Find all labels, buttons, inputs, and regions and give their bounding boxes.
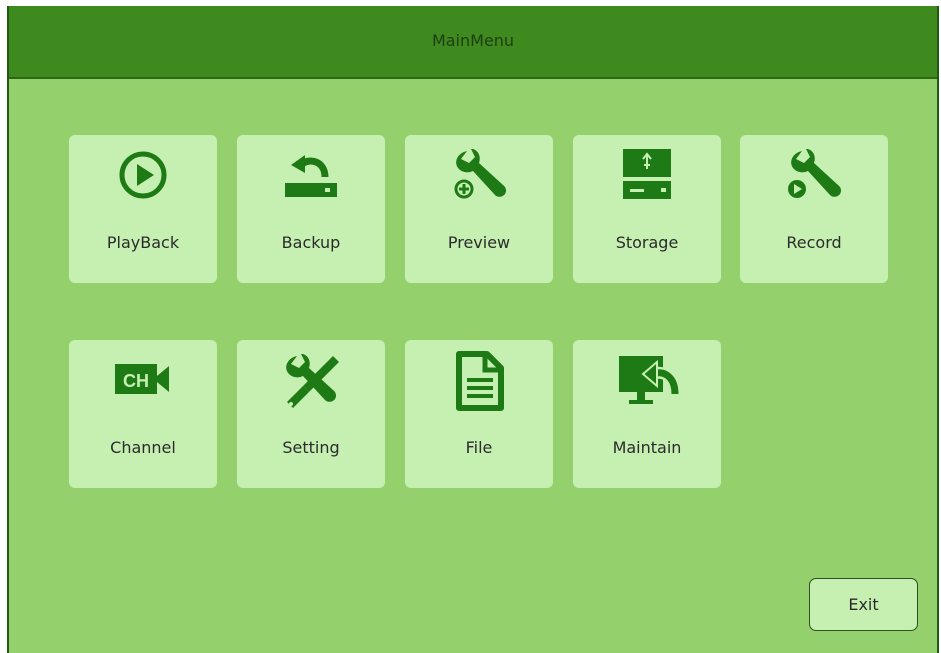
menu-item-label: Channel [110,438,176,457]
wrench-record-icon [740,143,888,211]
monitor-arrow-icon [573,348,721,416]
tools-icon [237,348,385,416]
menu-item-label: Backup [281,233,341,252]
menu-item-label: Setting [282,438,340,457]
storage-drive-icon [573,143,721,211]
window-title: MainMenu [431,31,515,50]
menu-item-label: Record [786,233,842,252]
svg-text:CH: CH [123,371,149,391]
play-circle-icon [69,143,217,211]
backup-icon [237,143,385,211]
menu-item-label: Storage [615,233,679,252]
wrench-preview-icon [405,143,553,211]
main-menu-window: MainMenu PlayBack Backup Preview Storage… [7,6,939,653]
menu-item-channel[interactable]: CH Channel [69,340,217,488]
exit-button[interactable]: Exit [809,578,918,631]
menu-item-maintain[interactable]: Maintain [573,340,721,488]
menu-item-playback[interactable]: PlayBack [69,135,217,283]
title-bar: MainMenu [9,6,937,79]
menu-item-label: Maintain [612,438,682,457]
menu-item-label: Preview [447,233,511,252]
menu-item-preview[interactable]: Preview [405,135,553,283]
menu-item-setting[interactable]: Setting [237,340,385,488]
menu-item-file[interactable]: File [405,340,553,488]
menu-item-backup[interactable]: Backup [237,135,385,283]
document-icon [405,348,553,416]
channel-camera-icon: CH [69,348,217,416]
menu-item-record[interactable]: Record [740,135,888,283]
menu-item-storage[interactable]: Storage [573,135,721,283]
menu-item-label: File [465,438,493,457]
menu-item-label: PlayBack [106,233,180,252]
